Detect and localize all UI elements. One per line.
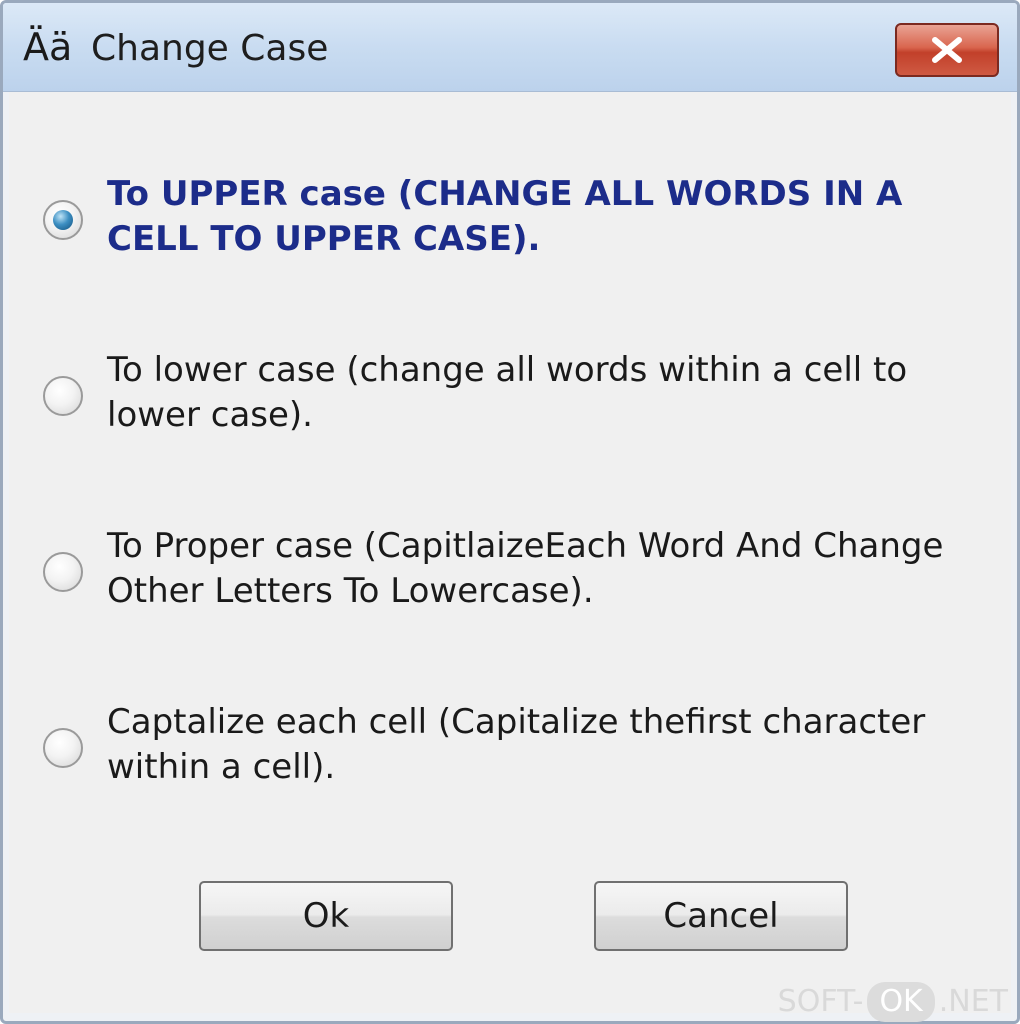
title-bar[interactable]: Ää Change Case xyxy=(3,3,1017,92)
watermark-highlight: OK xyxy=(867,982,935,1022)
option-capitalize-cell-label: Captalize each cell (Capitalize thefirst… xyxy=(107,702,926,787)
window-title: Change Case xyxy=(91,28,329,69)
option-lower-case[interactable]: To lower case (change all words within a… xyxy=(43,348,983,440)
watermark-prefix: SOFT- xyxy=(777,984,864,1019)
close-button[interactable] xyxy=(895,23,999,77)
ok-button[interactable]: Ok xyxy=(199,881,453,951)
change-case-icon: Ää xyxy=(23,25,73,69)
watermark-suffix: .NET xyxy=(938,984,1008,1019)
cancel-button[interactable]: Cancel xyxy=(594,881,848,951)
dialog-body: To UPPER case (CHANGE ALL WORDS IN A CEL… xyxy=(9,92,1011,1013)
option-capitalize-cell[interactable]: Captalize each cell (Capitalize thefirst… xyxy=(43,700,983,792)
radio-lower-case[interactable] xyxy=(43,376,83,416)
radio-capitalize-cell[interactable] xyxy=(43,728,83,768)
radio-upper-case[interactable] xyxy=(43,200,83,240)
radio-proper-case[interactable] xyxy=(43,552,83,592)
close-icon xyxy=(932,37,962,63)
option-proper-case-label: To Proper case (CapitlaizeEach Word And … xyxy=(107,526,944,611)
option-proper-case[interactable]: To Proper case (CapitlaizeEach Word And … xyxy=(43,524,983,616)
option-upper-case[interactable]: To UPPER case (CHANGE ALL WORDS IN A CEL… xyxy=(43,172,983,264)
option-lower-case-label: To lower case (change all words within a… xyxy=(107,350,908,435)
watermark: SOFT- OK .NET xyxy=(778,982,1008,1022)
option-upper-case-label: To UPPER case (CHANGE ALL WORDS IN A CEL… xyxy=(107,174,903,259)
change-case-dialog: Ää Change Case To UPPER case (CHANGE ALL… xyxy=(0,0,1020,1024)
